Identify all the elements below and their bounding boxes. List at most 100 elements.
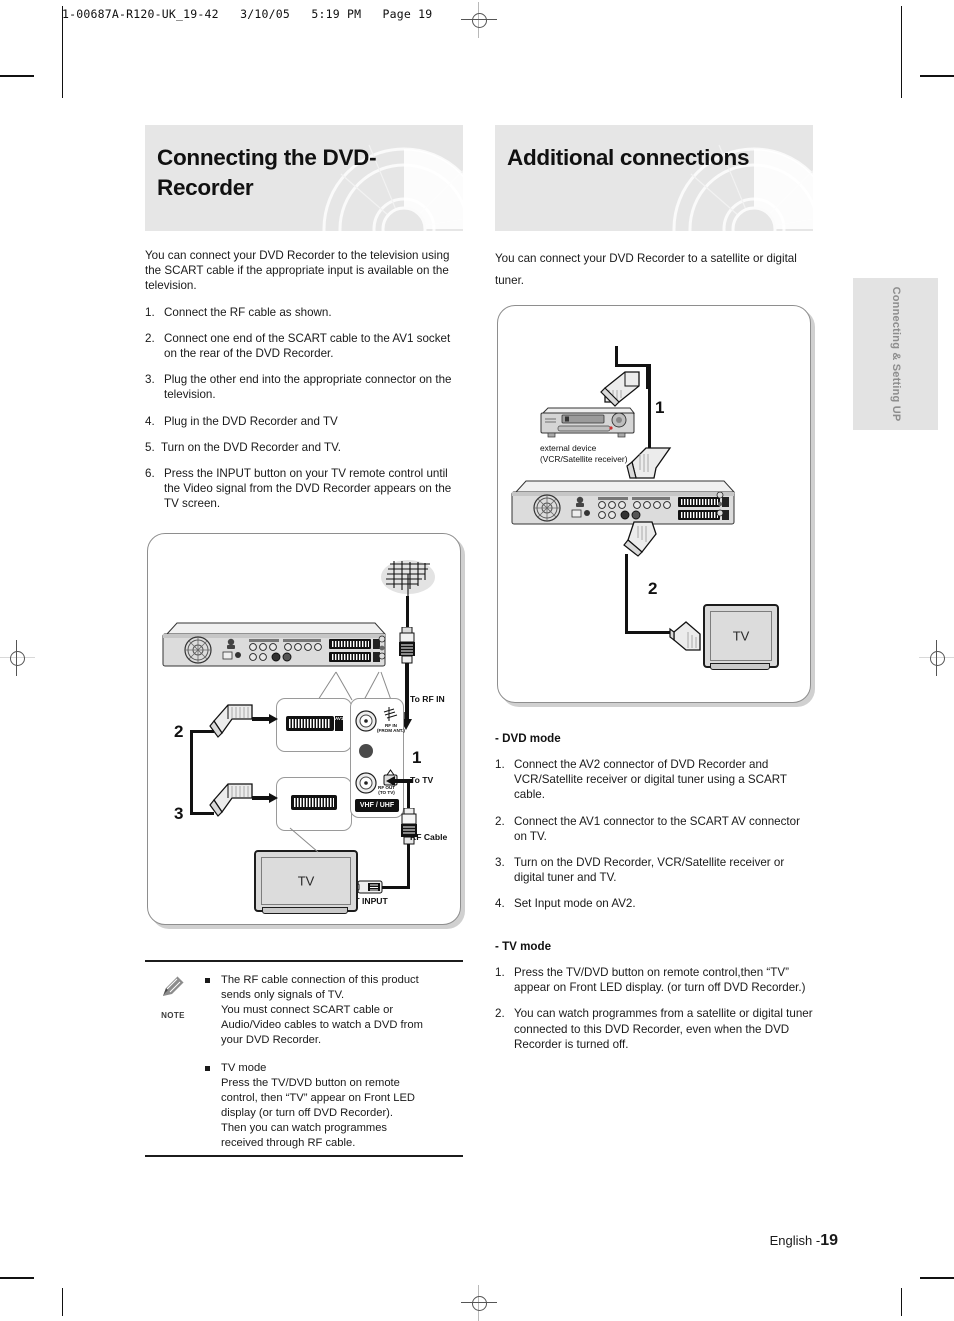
- footer-language: English -: [769, 1233, 821, 1248]
- callout-rf-panel: VHF / UHF RF IN (FROM ANT.) RF OUT (TO TV): [350, 698, 405, 818]
- dvd-step-1: 1. Connect the AV2 connector of DVD Recor…: [495, 757, 813, 803]
- external-vcr-device: [540, 406, 636, 438]
- dvd-step-2: 2. Connect the AV1 connector to the SCART…: [495, 814, 813, 844]
- crop-line-top-left: [62, 6, 63, 98]
- external-device-label-l2: (VCR/Satellite receiver): [540, 454, 628, 464]
- callout-number-2: 2: [174, 722, 184, 741]
- tv-step-1: 1. Press the TV/DVD button on remote cont…: [495, 965, 813, 995]
- tv-set-left-figure: TV: [254, 850, 358, 912]
- note-icon-group: NOTE: [151, 974, 195, 1023]
- label-to-tv: To TV: [410, 775, 434, 785]
- page-footer: English -19: [770, 1232, 838, 1250]
- left-step-3-num: 3.: [145, 373, 155, 387]
- note-item-2-l3: control, then “TV” appear on Front LED: [221, 1092, 416, 1104]
- tv-set-right-figure: TV: [703, 604, 779, 668]
- tv-stand-left: [262, 907, 348, 914]
- scart-bracket-bottom: [190, 812, 214, 815]
- left-heading-band: Connecting the DVD- Recorder: [145, 125, 463, 231]
- tv-step-2-num: 2.: [495, 1007, 505, 1021]
- note-bullet-2: [205, 1066, 210, 1071]
- scart-bracket-top: [190, 730, 214, 733]
- dvd-step-3-text: Turn on the DVD Recorder, VCR/Satellite …: [514, 856, 785, 885]
- left-step-2-text: Connect one end of the SCART cable to th…: [164, 331, 451, 361]
- dvd-step-1-num: 1.: [495, 758, 505, 771]
- dvd-step-3: 3. Turn on the DVD Recorder, VCR/Satellit…: [495, 855, 813, 885]
- rf-cable-segment-1: [407, 781, 410, 811]
- note-item-2-l5: Then you can watch programmes: [221, 1122, 388, 1134]
- tv-step-1-text: Press the TV/DVD button on remote contro…: [514, 966, 806, 995]
- tv-scart-leader: [289, 827, 319, 853]
- scart-plug-to-external: [595, 368, 641, 408]
- rf-in-port-label: RF IN (FROM ANT.): [377, 723, 405, 733]
- left-step-6-text: Press the INPUT button on your TV remote…: [164, 467, 452, 511]
- registration-mark-right: [919, 640, 954, 676]
- note-rule-top: [145, 960, 463, 962]
- pencil-icon: [163, 975, 185, 996]
- note-item-list: The RF cable connection of this product …: [205, 973, 459, 1164]
- dvd-step-4: 4. Set Input mode on AV2.: [495, 896, 813, 911]
- side-tab-chapter: Connecting & Setting UP: [853, 278, 938, 430]
- page-canvas: 1-00687A-R120-UK_19-42 3/10/05 5:19 PM P…: [0, 0, 954, 1321]
- note-item-1-l3: You must connect SCART cable or: [221, 1004, 394, 1016]
- note-box: NOTE The RF cable connection of this pro…: [145, 960, 463, 1157]
- antenna-icon: [380, 558, 436, 600]
- crop-mark-right-bottom: [920, 1277, 954, 1279]
- left-step-6: 6. Press the INPUT button on your TV remo…: [145, 466, 463, 512]
- note-item-2-l4: display (or turn off DVD Recorder).: [221, 1107, 394, 1119]
- tv-step-2: 2. You can watch programmes from a satell…: [495, 1006, 813, 1052]
- label-rf-cable: RF Cable: [410, 832, 448, 842]
- scart-cable-1-top-bend: [615, 364, 651, 367]
- left-heading-line1: Connecting the DVD-: [157, 145, 377, 170]
- dvd-step-2-text: Connect the AV1 connector to the SCART A…: [514, 814, 800, 843]
- external-device-label-l1: external device: [540, 443, 597, 453]
- right-callout-number-1: 1: [655, 398, 665, 417]
- arrow-scart-3: [252, 791, 278, 803]
- left-step-2-num: 2.: [145, 331, 155, 345]
- dvd-step-1-text: Connect the AV2 connector of DVD Recorde…: [514, 758, 787, 802]
- dvd-step-3-num: 3.: [495, 856, 505, 870]
- left-step-4: 4. Plug in the DVD Recorder and TV: [145, 414, 463, 429]
- vhf-uhf-badge: VHF / UHF: [359, 802, 395, 809]
- left-step-1-text: Connect the RF cable as shown.: [164, 305, 332, 319]
- tv-scart-port: [291, 795, 337, 810]
- scart-plug-3: [208, 778, 254, 818]
- tv-stand-right: [710, 663, 770, 670]
- arrow-scart-2: [252, 712, 278, 724]
- note-item-1-l5: your DVD Recorder.: [221, 1034, 322, 1046]
- dvd-step-4-text: Set Input mode on AV2.: [514, 897, 636, 911]
- scart-cable-2-vertical: [625, 554, 628, 634]
- prepress-slug: 1-00687A-R120-UK_19-42 3/10/05 5:19 PM P…: [62, 7, 433, 21]
- tv-step-2-text: You can watch programmes from a satellit…: [514, 1007, 813, 1051]
- callout-tv-scart-socket: [276, 777, 352, 831]
- registration-mark-left: [0, 640, 35, 676]
- crop-mark-left-bottom: [0, 1277, 34, 1279]
- crop-mark-left-top: [0, 75, 34, 77]
- left-step-4-text: Plug in the DVD Recorder and TV: [164, 414, 338, 428]
- dvd-step-4-num: 4.: [495, 897, 505, 911]
- scart-plug-tv: [668, 616, 708, 658]
- registration-mark-top: [461, 2, 497, 38]
- note-item-2-l6: received through RF cable.: [221, 1137, 356, 1149]
- scart-plug-2: [208, 699, 254, 739]
- crop-line-bottom-left: [62, 1288, 63, 1316]
- right-figure-box: external device (VCR/Satellite receiver)…: [497, 305, 811, 703]
- crop-line-top-right: [901, 6, 902, 98]
- note-bullet-1: [205, 978, 210, 983]
- left-step-1-num: 1.: [145, 305, 155, 319]
- tv-mode-block: - TV mode 1. Press the TV/DVD button on r…: [495, 940, 813, 1063]
- deck-rf-jacks-right: [713, 490, 729, 518]
- tv-label-right: TV: [732, 628, 750, 644]
- scart-cable-1-vertical: [648, 364, 651, 459]
- left-figure-box: To RF IN AV1 2 3 VHF / UHF RF IN (FROM A…: [147, 533, 461, 925]
- rf-cable-segment-2: [407, 844, 410, 889]
- callout-number-1: 1: [412, 748, 422, 767]
- note-item-2-l2: Press the TV/DVD button on remote: [221, 1077, 400, 1089]
- right-heading-band: Additional connections: [495, 125, 813, 231]
- crop-line-bottom-right: [901, 1288, 902, 1316]
- tv-step-1-num: 1.: [495, 966, 505, 979]
- left-step-2: 2. Connect one end of the SCART cable to …: [145, 331, 463, 361]
- left-step-3: 3. Plug the other end into the appropriat…: [145, 372, 463, 402]
- av1-scart-port: [286, 716, 334, 731]
- scart-plug-av1-out: [622, 518, 668, 560]
- right-heading: Additional connections: [507, 145, 750, 170]
